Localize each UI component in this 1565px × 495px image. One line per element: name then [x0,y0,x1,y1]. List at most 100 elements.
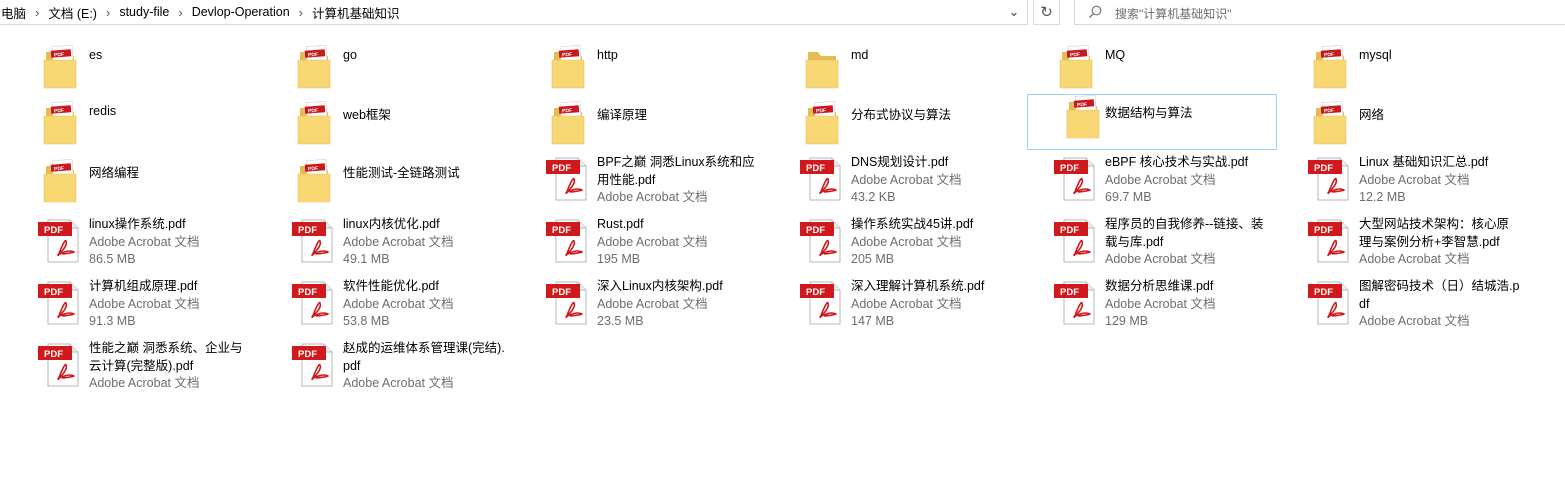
folder-name: es [89,48,103,62]
file-item[interactable]: PDF 操作系统实战45讲.pdf Adobe Acrobat 文档 205 M… [762,216,1012,272]
folder-icon: PDF [297,159,331,203]
folder-item[interactable]: PDF mysql [1270,42,1520,98]
folder-icon: PDF [297,45,331,89]
file-item[interactable]: PDF BPF之巅 洞悉Linux系统和应用性能.pdf Adobe Acrob… [508,154,758,210]
file-item[interactable]: PDF 数据分析思维课.pdf Adobe Acrobat 文档 129 MB [1016,278,1266,334]
file-details: 操作系统实战45讲.pdf Adobe Acrobat 文档 205 MB [851,216,1013,269]
file-item[interactable]: PDF 性能之巅 洞悉系统、企业与云计算(完整版).pdf Adobe Acro… [0,340,250,396]
file-type: Adobe Acrobat 文档 [1359,172,1470,187]
svg-text:PDF: PDF [298,225,317,236]
file-type: Adobe Acrobat 文档 [1105,296,1216,311]
folder-item[interactable]: PDF http [508,42,758,98]
svg-text:PDF: PDF [552,287,571,298]
svg-text:PDF: PDF [308,166,318,173]
file-name: 深入Linux内核架构.pdf [597,279,723,293]
folder-item[interactable]: PDF redis [0,98,250,154]
file-type: Adobe Acrobat 文档 [851,234,962,249]
folder-icon: PDF [43,45,77,89]
file-details: 大型网站技术架构：核心原理与案例分析+李智慧.pdf Adobe Acrobat… [1359,216,1521,269]
file-item[interactable]: PDF Rust.pdf Adobe Acrobat 文档 195 MB [508,216,758,272]
file-name: linux操作系统.pdf [89,217,186,231]
pdf-file-icon: PDF [1308,281,1349,325]
pdf-file-icon: PDF [800,281,841,325]
folder-icon: PDF [43,159,77,203]
file-details: 深入理解计算机系统.pdf Adobe Acrobat 文档 147 MB [851,278,1013,331]
folder-icon: PDF [1066,95,1100,139]
file-type: Adobe Acrobat 文档 [851,172,962,187]
svg-text:PDF: PDF [1060,163,1079,174]
svg-text:PDF: PDF [308,108,318,115]
folder-item[interactable]: PDF 分布式协议与算法 [762,98,1012,154]
folder-item[interactable]: PDF 性能测试-全链路测试 [254,156,504,212]
folder-item[interactable]: PDF go [254,42,504,98]
file-item[interactable]: PDF 计算机组成原理.pdf Adobe Acrobat 文档 91.3 MB [0,278,250,334]
svg-text:PDF: PDF [44,287,63,298]
svg-text:PDF: PDF [54,108,64,115]
folder-name: 数据结构与算法 [1105,106,1193,120]
file-size: 12.2 MB [1359,190,1406,204]
file-details: 图解密码技术（日）结城浩.pdf Adobe Acrobat 文档 [1359,278,1521,331]
folder-name: redis [89,104,117,118]
file-type: Adobe Acrobat 文档 [1105,252,1216,266]
file-size: 69.7 MB [1105,190,1152,204]
folder-item[interactable]: md [762,42,1012,98]
folder-item[interactable]: PDF 网络 [1270,98,1520,154]
file-name: 大型网站技术架构：核心原理与案例分析+李智慧.pdf [1359,217,1510,249]
file-size: 49.1 MB [343,252,390,266]
file-type: Adobe Acrobat 文档 [851,296,962,311]
file-name: linux内核优化.pdf [343,217,440,231]
file-item[interactable]: PDF 软件性能优化.pdf Adobe Acrobat 文档 53.8 MB [254,278,504,334]
file-item[interactable]: PDF 赵成的运维体系管理课(完结).pdf Adobe Acrobat 文档 [254,340,505,396]
file-item[interactable]: PDF 深入理解计算机系统.pdf Adobe Acrobat 文档 147 M… [762,278,1012,334]
folder-item[interactable]: PDF web框架 [254,98,504,154]
pdf-file-icon: PDF [1054,219,1095,263]
svg-text:PDF: PDF [298,287,317,298]
pdf-file-icon: PDF [800,157,841,201]
file-type: Adobe Acrobat 文档 [1105,172,1216,187]
file-item[interactable]: PDF linux操作系统.pdf Adobe Acrobat 文档 86.5 … [0,216,250,272]
file-details: 深入Linux内核架构.pdf Adobe Acrobat 文档 23.5 MB [597,278,759,331]
svg-text:PDF: PDF [54,52,64,59]
folder-item[interactable]: PDF 网络编程 [0,156,250,212]
file-type: Adobe Acrobat 文档 [89,376,200,390]
file-item[interactable]: PDF 图解密码技术（日）结城浩.pdf Adobe Acrobat 文档 [1270,278,1520,334]
file-item[interactable]: PDF Linux 基础知识汇总.pdf Adobe Acrobat 文档 12… [1270,154,1520,210]
pdf-file-icon: PDF [292,343,333,387]
file-name: Linux 基础知识汇总.pdf [1359,155,1489,169]
file-item[interactable]: PDF linux内核优化.pdf Adobe Acrobat 文档 49.1 … [254,216,504,272]
file-item[interactable]: PDF 大型网站技术架构：核心原理与案例分析+李智慧.pdf Adobe Acr… [1270,216,1520,272]
svg-text:PDF: PDF [552,225,571,236]
file-details: eBPF 核心技术与实战.pdf Adobe Acrobat 文档 69.7 M… [1105,154,1267,207]
pdf-file-icon: PDF [1308,219,1349,263]
folder-icon: PDF [1059,45,1093,89]
file-name: 程序员的自我修养--链接、装载与库.pdf [1105,217,1264,249]
folder-item[interactable]: PDF MQ [1016,42,1266,98]
svg-text:PDF: PDF [1324,108,1334,115]
file-item[interactable]: PDF eBPF 核心技术与实战.pdf Adobe Acrobat 文档 69… [1016,154,1266,210]
file-details: 数据分析思维课.pdf Adobe Acrobat 文档 129 MB [1105,278,1267,331]
folder-item[interactable]: PDF es [0,42,250,98]
folder-name: go [343,48,357,62]
file-details: Linux 基础知识汇总.pdf Adobe Acrobat 文档 12.2 M… [1359,154,1521,207]
folder-item[interactable]: PDF 数据结构与算法 [1027,94,1277,150]
file-size: 23.5 MB [597,314,644,328]
file-name: Rust.pdf [597,217,644,231]
file-item[interactable]: PDF 程序员的自我修养--链接、装载与库.pdf Adobe Acrobat … [1016,216,1266,272]
folder-item[interactable]: PDF 编译原理 [508,98,758,154]
file-name: 深入理解计算机系统.pdf [851,279,985,293]
file-name: DNS规划设计.pdf [851,155,949,169]
svg-text:PDF: PDF [806,225,825,236]
folder-name: http [597,48,618,62]
svg-text:PDF: PDF [806,287,825,298]
folder-name: MQ [1105,48,1126,62]
file-type: Adobe Acrobat 文档 [89,234,200,249]
file-item[interactable]: PDF 深入Linux内核架构.pdf Adobe Acrobat 文档 23.… [508,278,758,334]
file-details: 计算机组成原理.pdf Adobe Acrobat 文档 91.3 MB [89,278,251,331]
file-size: 43.2 KB [851,190,896,204]
file-details: BPF之巅 洞悉Linux系统和应用性能.pdf Adobe Acrobat 文… [597,154,759,207]
file-size: 129 MB [1105,314,1149,328]
file-size: 91.3 MB [89,314,136,328]
pdf-file-icon: PDF [546,281,587,325]
file-item[interactable]: PDF DNS规划设计.pdf Adobe Acrobat 文档 43.2 KB [762,154,1012,210]
svg-text:PDF: PDF [1060,287,1079,298]
